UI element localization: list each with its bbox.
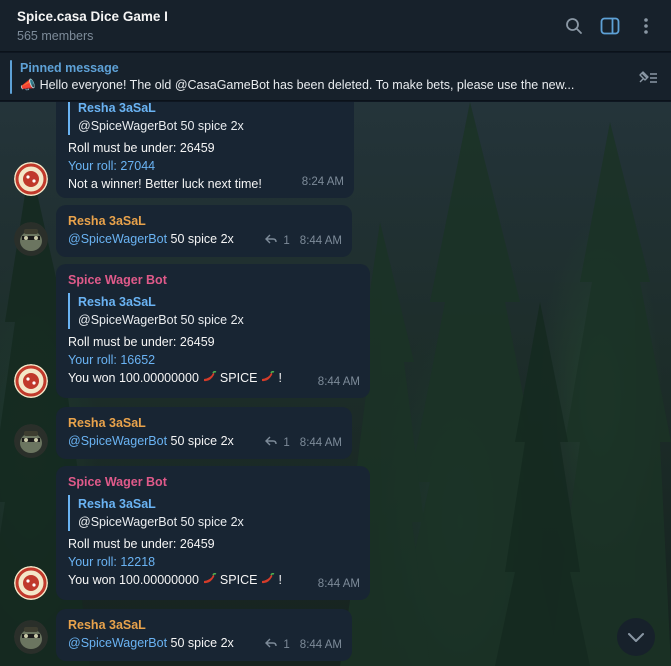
message-bubble: Resha 3aSaL @SpiceWagerBot 50 spice 2x 1… — [56, 609, 352, 661]
unpin-list-icon[interactable] — [631, 60, 665, 94]
message-meta: 1 8:44 AM — [265, 636, 342, 654]
exclamation: ! — [278, 371, 282, 385]
sender-name[interactable]: Resha 3aSaL — [68, 414, 340, 432]
message-text: 50 spice 2x — [167, 232, 234, 246]
roll-limit: Roll must be under: 26459 — [68, 335, 215, 349]
chevron-down-icon — [628, 633, 644, 642]
result-text: You won 100.00000000 SPICE! — [68, 571, 358, 589]
quote-sender: Resha 3aSaL — [78, 497, 156, 511]
pinned-indicator — [10, 59, 12, 94]
reply-count: 1 — [283, 437, 290, 449]
chat-header: Spice.casa Dice Game I 565 members — [0, 0, 671, 52]
sender-name[interactable]: Spice Wager Bot — [68, 271, 358, 289]
win-amount: You won 100.00000000 — [68, 573, 199, 587]
quote-sender: Resha 3aSaL — [78, 295, 156, 309]
message-meta: 1 8:44 AM — [265, 434, 342, 452]
roll-result: Your roll: 16652 — [68, 353, 156, 367]
megaphone-emoji: 📣 — [20, 77, 36, 92]
message-meta: 8:44 AM — [318, 373, 360, 391]
reply-count: 1 — [283, 235, 290, 247]
result-text: You won 100.00000000 SPICE! — [68, 369, 358, 387]
message-text: 50 spice 2x — [167, 434, 234, 448]
message-meta: 8:24 AM — [302, 173, 344, 191]
sender-name[interactable]: Spice Wager Bot — [68, 473, 358, 491]
chat-title: Spice.casa Dice Game I — [17, 8, 168, 24]
reply-icon[interactable] — [265, 636, 278, 654]
scroll-to-bottom-button[interactable] — [617, 618, 655, 656]
message-bubble: Resha 3aSaL @SpiceWagerBot 50 spice 2x 1… — [56, 205, 352, 257]
user-avatar[interactable] — [14, 424, 48, 458]
chili-pepper-icon — [202, 572, 217, 584]
user-avatar[interactable] — [14, 620, 48, 654]
chili-pepper-icon — [202, 370, 217, 382]
quote-text: @SpiceWagerBot 50 spice 2x — [78, 313, 244, 327]
bot-avatar[interactable] — [14, 566, 48, 600]
user-avatar[interactable] — [14, 222, 48, 256]
message-time: 8:44 AM — [299, 235, 342, 247]
bot-avatar[interactable] — [14, 364, 48, 398]
roll-limit: Roll must be under: 26459 — [68, 537, 215, 551]
reply-quote[interactable]: Resha 3aSaL @SpiceWagerBot 50 spice 2x — [68, 495, 358, 531]
pinned-text: 📣 Hello everyone! The old @CasaGameBot ha… — [20, 78, 620, 93]
win-amount: You won 100.00000000 — [68, 371, 199, 385]
search-icon[interactable] — [563, 15, 585, 37]
message-meta: 1 8:44 AM — [265, 232, 342, 250]
bot-avatar[interactable] — [14, 162, 48, 196]
bot-mention-link[interactable]: @SpiceWagerBot — [68, 636, 167, 650]
message-bubble: Resha 3aSaL @SpiceWagerBot 50 spice 2x R… — [56, 102, 354, 198]
bot-mention-link[interactable]: @SpiceWagerBot — [68, 434, 167, 448]
currency-label: SPICE — [219, 371, 258, 385]
pinned-text-body: Hello everyone! The old @CasaGameBot has… — [39, 77, 575, 92]
more-vert-icon[interactable] — [635, 15, 657, 37]
currency-label: SPICE — [219, 573, 258, 587]
roll-result: Your roll: 12218 — [68, 555, 156, 569]
chat-area[interactable]: Resha 3aSaL @SpiceWagerBot 50 spice 2x R… — [0, 102, 671, 666]
reply-quote[interactable]: Resha 3aSaL @SpiceWagerBot 50 spice 2x — [68, 102, 342, 135]
sidebar-toggle-icon[interactable] — [599, 15, 621, 37]
message-bubble: Spice Wager Bot Resha 3aSaL @SpiceWagerB… — [56, 264, 370, 398]
message-time: 8:44 AM — [299, 639, 342, 651]
bot-mention-link[interactable]: @SpiceWagerBot — [68, 232, 167, 246]
message-bubble: Resha 3aSaL @SpiceWagerBot 50 spice 2x 1… — [56, 407, 352, 459]
roll-limit: Roll must be under: 26459 — [68, 141, 215, 155]
quote-sender: Resha 3aSaL — [78, 102, 156, 115]
message-text: 50 spice 2x — [167, 636, 234, 650]
sender-name[interactable]: Resha 3aSaL — [68, 212, 340, 230]
quote-text: @SpiceWagerBot 50 spice 2x — [78, 119, 244, 133]
message-bubble: Spice Wager Bot Resha 3aSaL @SpiceWagerB… — [56, 466, 370, 600]
pinned-label: Pinned message — [20, 60, 119, 75]
pinned-message-bar[interactable]: Pinned message 📣 Hello everyone! The old … — [0, 53, 671, 101]
reply-icon[interactable] — [265, 232, 278, 250]
chili-pepper-icon — [260, 572, 275, 584]
reply-count: 1 — [283, 639, 290, 651]
message-time: 8:44 AM — [317, 376, 360, 388]
message-time: 8:24 AM — [301, 176, 344, 188]
reply-quote[interactable]: Resha 3aSaL @SpiceWagerBot 50 spice 2x — [68, 293, 358, 329]
quote-text: @SpiceWagerBot 50 spice 2x — [78, 515, 244, 529]
message-time: 8:44 AM — [299, 437, 342, 449]
chili-pepper-icon — [260, 370, 275, 382]
message-time: 8:44 AM — [317, 578, 360, 590]
sender-name[interactable]: Resha 3aSaL — [68, 616, 340, 634]
member-count: 565 members — [17, 28, 94, 43]
reply-icon[interactable] — [265, 434, 278, 452]
exclamation: ! — [278, 573, 282, 587]
message-meta: 8:44 AM — [318, 575, 360, 593]
chat-title-area[interactable]: Spice.casa Dice Game I 565 members — [17, 9, 549, 43]
